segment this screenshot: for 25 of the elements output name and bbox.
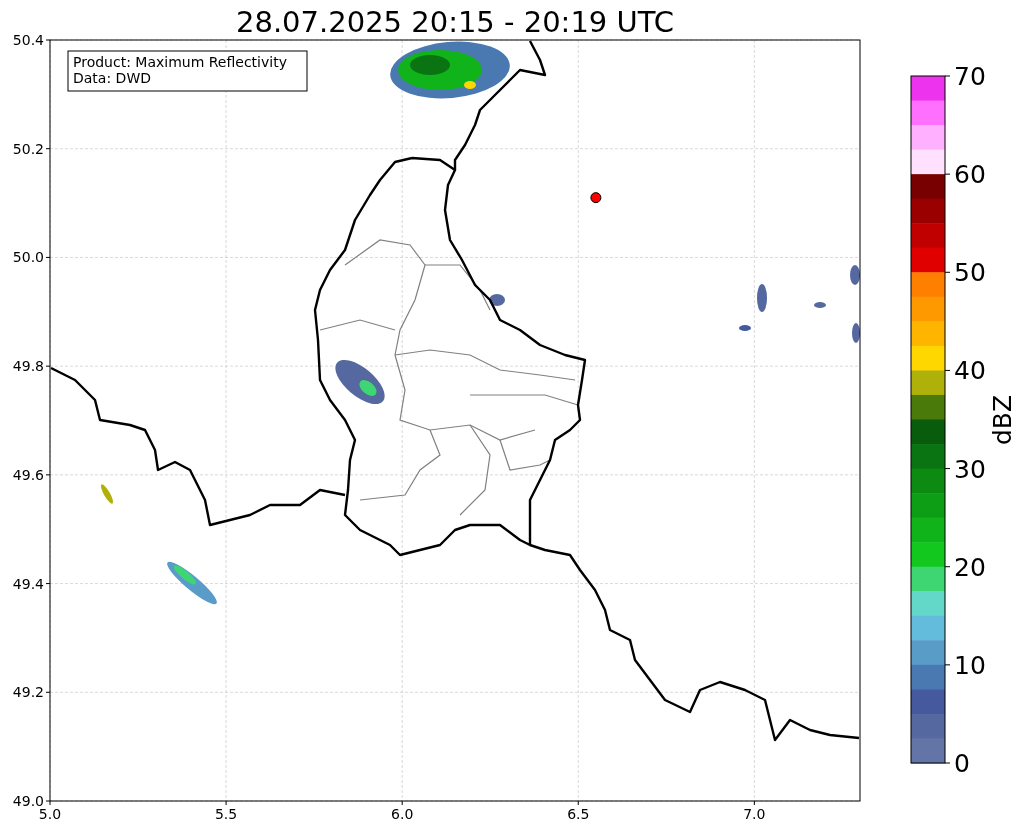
colorbar-tick-label: 30 [954,454,986,484]
axis-tick-label: 49.8 [12,358,44,375]
colorbar-tick-label: 60 [954,160,986,190]
colorbar-tick-label: 40 [954,356,986,386]
colorbar-tick-label: 0 [954,749,970,778]
info-text: Product: Maximum Reflectivity [73,54,287,70]
axis-tick-label: 49.6 [12,466,44,483]
axis-tick-label: 6.0 [391,806,414,822]
axis-tick-label: 50.0 [12,249,44,266]
axis-tick-label: 50.4 [12,32,44,48]
axis-tick-label: 5.5 [214,806,238,822]
colorbar-label: dBZ [988,394,1017,446]
axis-tick-label: 50.2 [12,140,44,157]
axis-tick-label: 7.0 [743,806,766,822]
colorbar-tick-label: 20 [954,552,986,582]
chart-title: 28.07.2025 20:15 - 20:19 UTC [236,5,674,39]
colorbar-tick-label: 70 [954,62,986,91]
axis-tick-label: 6.5 [567,806,590,822]
colorbar-tick-label: 10 [954,650,986,680]
axis-tick-label: 49.2 [12,684,44,701]
axis-tick-label: 49.4 [12,575,44,592]
colorbar-tick-label: 50 [954,258,986,288]
axis-tick-label: 5.0 [38,806,62,822]
axis-tick-label: 49.0 [12,793,44,809]
info-text: Data: DWD [73,70,151,86]
